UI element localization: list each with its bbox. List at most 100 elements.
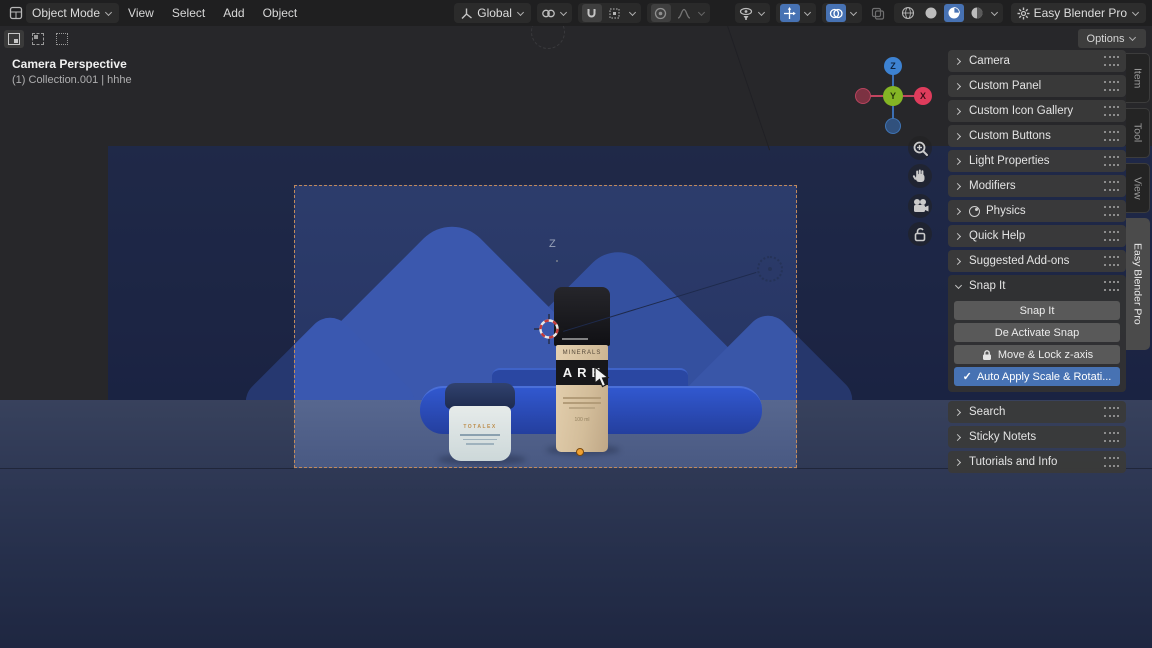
zoom-tool-button[interactable] [908, 136, 932, 160]
tab-easy-blender-pro[interactable]: Easy Blender Pro [1126, 218, 1150, 350]
chevron-down-icon [628, 9, 637, 18]
panel-label: Custom Panel [969, 80, 1098, 92]
options-button[interactable]: Options [1078, 29, 1146, 48]
overlays-toggle-group[interactable] [822, 3, 862, 23]
3d-cursor[interactable] [534, 314, 564, 344]
menu-view[interactable]: View [119, 6, 163, 20]
select-mode-group [4, 30, 72, 48]
lock-icon [981, 349, 993, 361]
grip-icon[interactable] [1104, 231, 1119, 241]
sidebar-panel-search[interactable]: Search [948, 401, 1126, 423]
snap-controls[interactable] [578, 3, 641, 23]
chevron-down-icon [849, 9, 858, 18]
sidebar-panel-light-properties[interactable]: Light Properties [948, 150, 1126, 172]
show-gizmo-icon[interactable] [780, 4, 800, 22]
grip-icon[interactable] [1104, 156, 1119, 166]
grip-icon[interactable] [1104, 81, 1119, 91]
shading-material-icon[interactable] [944, 4, 964, 22]
select-mode-subtract-icon[interactable] [52, 30, 72, 48]
tab-item[interactable]: Item [1126, 53, 1150, 103]
sidebar-panel-physics[interactable]: Physics [948, 200, 1126, 222]
mouse-cursor [594, 366, 610, 388]
sidebar-panel-quick-help[interactable]: Quick Help [948, 225, 1126, 247]
panel-label: Snap It [969, 280, 1098, 292]
chevron-down-icon [516, 9, 525, 18]
menu-object[interactable]: Object [254, 6, 307, 20]
grip-icon[interactable] [1104, 256, 1119, 266]
grip-icon[interactable] [1104, 457, 1119, 467]
gizmo-toggle-group[interactable] [776, 3, 816, 23]
transform-orientation-selector[interactable]: Global [454, 3, 531, 23]
physics-icon [969, 206, 980, 217]
sidebar-panel-suggested-addons[interactable]: Suggested Add-ons [948, 250, 1126, 272]
sidebar-panel-sticky-notets[interactable]: Sticky Notets [948, 426, 1126, 448]
falloff-curve-icon[interactable] [674, 4, 694, 22]
grip-icon[interactable] [1104, 106, 1119, 116]
passepartout-left [0, 185, 294, 469]
tab-tool[interactable]: Tool [1126, 108, 1150, 158]
addon-menu-button[interactable]: Easy Blender Pro [1011, 3, 1146, 23]
grip-icon[interactable] [1104, 432, 1119, 442]
pan-tool-button[interactable] [908, 164, 932, 188]
deactivate-snap-button[interactable]: De Activate Snap [954, 323, 1120, 342]
snap-it-button[interactable]: Snap It [954, 301, 1120, 320]
show-overlays-icon[interactable] [826, 4, 846, 22]
menu-add[interactable]: Add [214, 6, 253, 20]
shading-solid-icon[interactable] [921, 4, 941, 22]
panel-label: Search [969, 406, 1098, 418]
editor-type-icon[interactable] [6, 4, 26, 22]
snap-target-icon[interactable] [605, 4, 625, 22]
panel-label: Modifiers [969, 180, 1098, 192]
gizmo-x-ball[interactable]: X [914, 87, 932, 105]
chevron-right-icon [955, 232, 963, 240]
sidebar-panel-custom-buttons[interactable]: Custom Buttons [948, 125, 1126, 147]
sidebar: Camera Custom Panel Custom Icon Gallery … [948, 50, 1126, 473]
grip-icon[interactable] [1104, 131, 1119, 141]
select-mode-new-icon[interactable] [4, 30, 24, 48]
snap-it-panel-header[interactable]: Snap It [948, 275, 1126, 297]
snap-magnet-icon[interactable] [582, 4, 602, 22]
panel-label: Camera [969, 55, 1098, 67]
lock-view-button[interactable] [908, 222, 932, 246]
grip-icon[interactable] [1104, 56, 1119, 66]
options-label: Options [1087, 33, 1125, 45]
gizmo-z-ball[interactable]: Z [884, 57, 902, 75]
gizmo-neg-z-ball[interactable] [885, 118, 901, 134]
move-lock-z-button[interactable]: Move & Lock z-axis [954, 345, 1120, 364]
mode-selector[interactable]: Object Mode [26, 3, 119, 23]
sidebar-panel-modifiers[interactable]: Modifiers [948, 175, 1126, 197]
sidebar-panel-tutorials-info[interactable]: Tutorials and Info [948, 451, 1126, 473]
shading-rendered-icon[interactable] [967, 4, 987, 22]
active-collection-label: (1) Collection.001 | hhhe [12, 74, 132, 86]
gizmo-neg-x-ball[interactable] [855, 88, 871, 104]
shading-wireframe-icon[interactable] [898, 4, 918, 22]
panel-label: Tutorials and Info [969, 456, 1098, 468]
proportional-editing-icon[interactable] [651, 4, 671, 22]
sidebar-panel-camera[interactable]: Camera [948, 50, 1126, 72]
tab-view[interactable]: View [1126, 163, 1150, 213]
panel-label: Light Properties [969, 155, 1098, 167]
navigation-gizmo[interactable]: Z X Y [855, 58, 931, 134]
sidebar-panel-custom-icon-gallery[interactable]: Custom Icon Gallery [948, 100, 1126, 122]
sidebar-panel-custom-panel[interactable]: Custom Panel [948, 75, 1126, 97]
chevron-down-icon [1131, 9, 1140, 18]
grip-icon[interactable] [1104, 407, 1119, 417]
camera-view-button[interactable] [908, 194, 932, 218]
menu-select[interactable]: Select [163, 6, 214, 20]
toggle-xray-icon[interactable] [868, 4, 888, 22]
object-visibility-filter[interactable] [735, 3, 770, 23]
button-label: Move & Lock z-axis [998, 349, 1093, 361]
gizmo-y-ball[interactable]: Y [883, 86, 903, 106]
proportional-editing-controls[interactable] [647, 3, 710, 23]
chevron-right-icon [955, 82, 963, 90]
grip-icon[interactable] [1104, 281, 1119, 291]
grip-icon[interactable] [1104, 181, 1119, 191]
object-origin-dot[interactable] [576, 448, 584, 456]
chevron-down-icon [1128, 34, 1137, 43]
select-mode-extend-icon[interactable] [28, 30, 48, 48]
chevron-down-icon [104, 9, 113, 18]
grip-icon[interactable] [1104, 206, 1119, 216]
auto-apply-scale-rotation-toggle[interactable]: ✓ Auto Apply Scale & Rotati... [954, 367, 1120, 386]
pivot-point-selector[interactable] [537, 3, 572, 23]
panel-label: Custom Buttons [969, 130, 1098, 142]
